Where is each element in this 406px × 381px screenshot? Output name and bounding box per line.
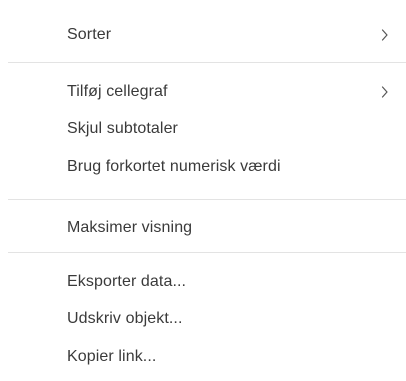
menu-item-maximize-view[interactable]: Maksimer visning [0, 211, 406, 245]
menu-item-label: Kopier link... [67, 348, 157, 365]
menu-item-label: Sorter [67, 26, 112, 43]
context-menu: Sorter Tilføj cellegraf Skjul subtotaler… [0, 0, 406, 381]
menu-item-label: Skjul subtotaler [67, 120, 178, 137]
menu-item-print-object[interactable]: Udskriv objekt... [0, 302, 406, 336]
menu-item-hide-subtotals[interactable]: Skjul subtotaler [0, 112, 406, 146]
menu-item-export-data[interactable]: Eksporter data... [0, 265, 406, 299]
menu-item-label: Brug forkortet numerisk værdi [67, 158, 281, 175]
menu-divider [8, 252, 406, 253]
menu-item-sort[interactable]: Sorter [0, 18, 406, 52]
menu-divider [8, 62, 406, 63]
menu-item-abbreviated-numeric[interactable]: Brug forkortet numerisk værdi [0, 150, 406, 184]
chevron-right-icon [381, 29, 388, 41]
menu-item-label: Udskriv objekt... [67, 310, 183, 327]
chevron-right-icon [381, 86, 388, 98]
menu-item-copy-link[interactable]: Kopier link... [0, 340, 406, 374]
menu-item-label: Maksimer visning [67, 219, 193, 236]
menu-item-label: Eksporter data... [67, 273, 187, 290]
menu-divider [8, 199, 406, 200]
menu-item-label: Tilføj cellegraf [67, 83, 168, 100]
menu-item-add-cell-chart[interactable]: Tilføj cellegraf [0, 75, 406, 109]
